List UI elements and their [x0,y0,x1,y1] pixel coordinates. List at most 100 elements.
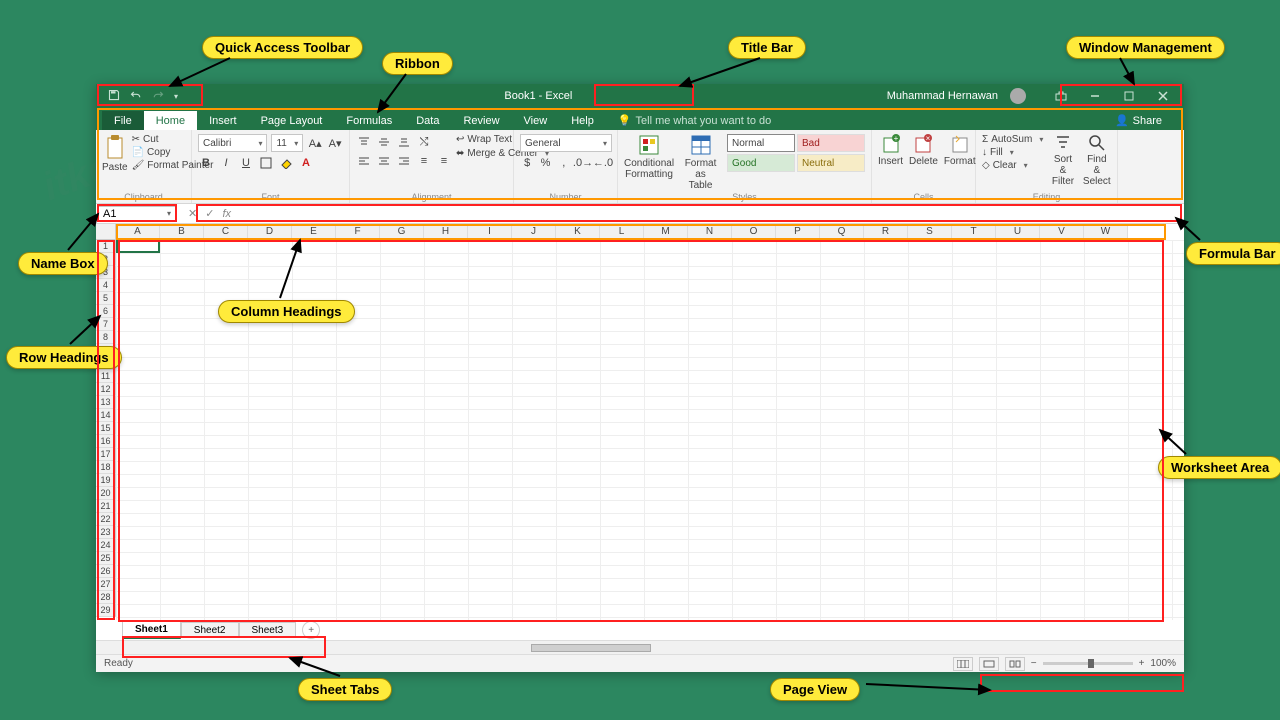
row-header[interactable]: 5 [96,292,116,305]
delete-cells-button[interactable]: ×Delete [909,134,938,167]
row-header[interactable]: 23 [96,526,116,539]
currency-button[interactable]: $ [520,155,534,171]
row-header[interactable]: 27 [96,578,116,591]
conditional-formatting-button[interactable]: Conditional Formatting [624,134,674,180]
underline-button[interactable]: U [238,155,254,171]
column-header[interactable]: W [1084,224,1128,240]
fill-color-button[interactable] [278,155,294,171]
insert-cells-button[interactable]: +Insert [878,134,903,167]
column-header[interactable]: R [864,224,908,240]
align-left-button[interactable] [356,153,372,169]
cancel-formula-icon[interactable]: ✕ [188,207,197,220]
fx-icon[interactable]: fx [222,208,231,220]
sort-filter-button[interactable]: Sort & Filter [1049,134,1076,187]
inc-decimal-button[interactable]: .0→ [575,155,591,171]
row-header[interactable]: 8 [96,331,116,344]
column-header[interactable]: T [952,224,996,240]
format-as-table-button[interactable]: Format as Table [680,134,721,191]
horizontal-scrollbar[interactable] [96,640,1184,654]
comma-button[interactable]: , [557,155,571,171]
avatar[interactable] [1010,88,1026,104]
row-header[interactable]: 25 [96,552,116,565]
row-header[interactable]: 12 [96,383,116,396]
save-icon[interactable] [108,89,120,104]
column-header[interactable]: G [380,224,424,240]
row-header[interactable]: 26 [96,565,116,578]
border-button[interactable] [258,155,274,171]
row-header[interactable]: 1 [96,240,116,253]
row-header[interactable]: 24 [96,539,116,552]
sheet-tab-2[interactable]: Sheet2 [181,622,239,638]
row-header[interactable]: 15 [96,422,116,435]
paste-button[interactable]: Paste [102,134,128,173]
format-cells-button[interactable]: Format [944,134,976,167]
row-header[interactable]: 7 [96,318,116,331]
cell-grid[interactable] [116,240,1184,620]
column-header[interactable]: S [908,224,952,240]
column-header[interactable]: K [556,224,600,240]
style-neutral[interactable]: Neutral [797,154,865,172]
tab-home[interactable]: Home [144,111,197,130]
shrink-font-button[interactable]: A▾ [327,135,343,151]
dec-decimal-button[interactable]: ←.0 [595,155,611,171]
row-header[interactable]: 28 [96,591,116,604]
percent-button[interactable]: % [538,155,552,171]
column-header[interactable]: V [1040,224,1084,240]
row-header[interactable]: 16 [96,435,116,448]
column-header[interactable]: B [160,224,204,240]
name-box[interactable]: A1▾ [98,206,176,222]
tell-me-search[interactable]: 💡 Tell me what you want to do [606,110,783,130]
font-color-button[interactable]: A [298,155,314,171]
column-header[interactable]: D [248,224,292,240]
column-header[interactable]: O [732,224,776,240]
zoom-in-button[interactable]: + [1139,658,1145,669]
clear-button[interactable]: ◇Clear [982,160,1043,171]
find-select-button[interactable]: Find & Select [1083,134,1111,187]
add-sheet-button[interactable]: + [302,621,320,639]
tab-formulas[interactable]: Formulas [334,111,404,130]
number-format-select[interactable]: General [520,134,612,152]
font-name-select[interactable]: Calibri [198,134,267,152]
zoom-level[interactable]: 100% [1150,658,1176,669]
grow-font-button[interactable]: A▴ [307,135,323,151]
tab-file[interactable]: File [102,111,144,130]
maximize-button[interactable] [1114,84,1144,108]
column-header[interactable]: P [776,224,820,240]
column-header[interactable]: L [600,224,644,240]
align-top-button[interactable] [356,134,372,150]
column-header[interactable]: J [512,224,556,240]
zoom-out-button[interactable]: − [1031,658,1037,669]
align-bottom-button[interactable] [396,134,412,150]
style-good[interactable]: Good [727,154,795,172]
row-header[interactable]: 29 [96,604,116,617]
column-header[interactable]: Q [820,224,864,240]
row-header[interactable]: 20 [96,487,116,500]
share-button[interactable]: 👤 Share [1103,110,1174,130]
column-header[interactable]: F [336,224,380,240]
normal-view-button[interactable] [953,657,973,671]
qat-customize-icon[interactable]: ▾ [174,92,178,101]
page-break-view-button[interactable] [1005,657,1025,671]
indent-dec-button[interactable]: ≡ [416,153,432,169]
indent-inc-button[interactable]: ≡ [436,153,452,169]
align-center-button[interactable] [376,153,392,169]
autosum-button[interactable]: ΣAutoSum [982,134,1043,145]
row-header[interactable]: 14 [96,409,116,422]
sheet-tab-3[interactable]: Sheet3 [239,622,297,638]
row-header[interactable]: 4 [96,279,116,292]
tab-view[interactable]: View [512,111,560,130]
column-header[interactable]: I [468,224,512,240]
column-header[interactable]: M [644,224,688,240]
undo-icon[interactable] [130,89,142,104]
style-normal[interactable]: Normal [727,134,795,152]
formula-bar-input[interactable] [241,206,1184,222]
column-header[interactable]: U [996,224,1040,240]
orientation-button[interactable]: ⤭ [416,134,432,150]
row-header[interactable]: 18 [96,461,116,474]
tab-review[interactable]: Review [451,111,511,130]
column-header[interactable]: C [204,224,248,240]
align-right-button[interactable] [396,153,412,169]
style-bad[interactable]: Bad [797,134,865,152]
active-cell[interactable] [116,240,160,253]
tab-insert[interactable]: Insert [197,111,249,130]
